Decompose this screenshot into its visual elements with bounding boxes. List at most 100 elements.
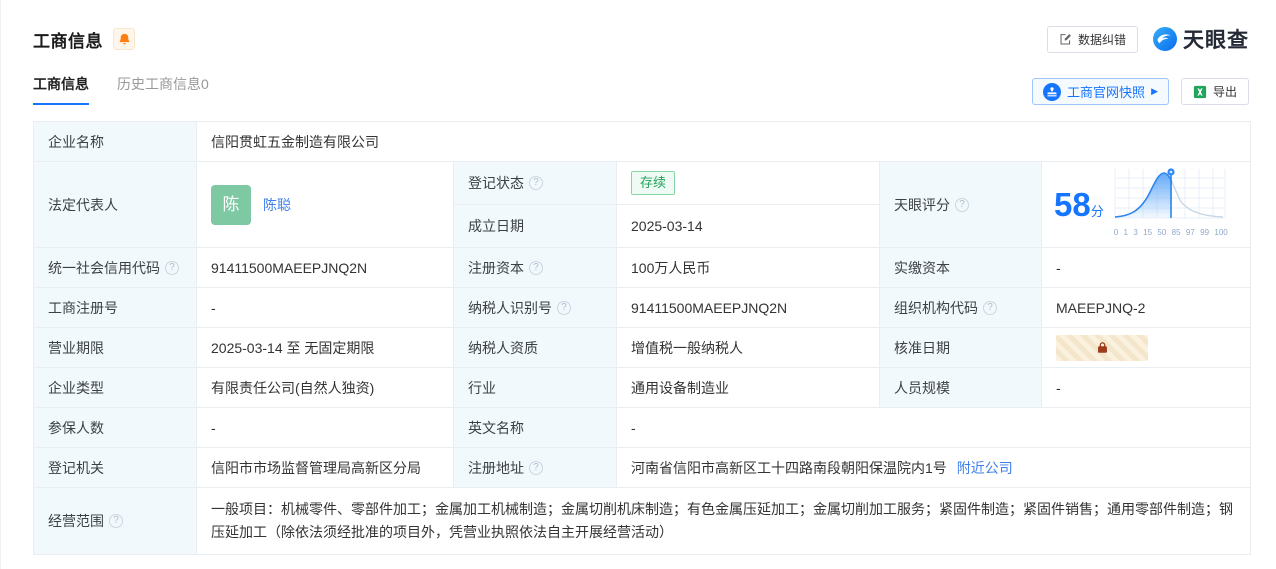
table-row: 统一社会信用代码 ? 91411500MAEEPJNQ2N 注册资本 ? 100… — [34, 248, 1250, 288]
score-chart-ticks: 0 1 3 15 50 85 97 99 100 — [1113, 228, 1228, 237]
help-icon[interactable]: ? — [529, 260, 543, 275]
page-title: 工商信息 — [33, 31, 103, 51]
help-icon[interactable]: ? — [557, 300, 571, 315]
table-row: 成立日期 2025-03-14 — [454, 205, 879, 247]
lock-icon — [1097, 342, 1107, 353]
status-date-subgrid: 登记状态 ? 存续 成立日期 2025-03-14 — [454, 162, 880, 247]
header-actions: 数据纠错 天眼查 — [1046, 24, 1249, 54]
reg-number-label: 工商注册号 — [34, 288, 197, 327]
score-unit: 分 — [1090, 203, 1104, 219]
approved-date-cell — [1042, 328, 1250, 367]
correction-icon — [1060, 33, 1071, 44]
credit-code-label: 统一社会信用代码 — [48, 259, 160, 276]
table-row: 企业名称 信阳贯虹五金制造有限公司 — [34, 122, 1250, 162]
industry-value: 通用设备制造业 — [617, 368, 880, 407]
reg-status-cell: 存续 — [617, 162, 880, 204]
table-row: 经营范围 ? 一般项目：机械零件、零部件加工；金属加工机械制造；金属切削机床制造… — [34, 488, 1250, 554]
score-chart: 0 1 3 15 50 85 97 99 100 — [1113, 166, 1229, 243]
official-snapshot-label: 工商官网快照 — [1067, 85, 1146, 100]
reg-status-label: 登记状态 — [468, 175, 524, 191]
score-cell[interactable]: 58分 0 1 3 15 50 85 97 99 100 — [1042, 162, 1250, 247]
taxpayer-quality-label: 纳税人资质 — [454, 328, 617, 367]
business-info-panel: 工商信息 数据纠错 天眼查 工商信息 历史工商信息0 工商官网快照 ▶ 导出 企… — [1, 0, 1276, 555]
business-scope-label-cell: 经营范围 ? — [34, 488, 197, 554]
taxpayer-id-value: 91411500MAEEPJNQ2N — [617, 288, 880, 327]
org-code-label-cell: 组织机构代码 ? — [880, 288, 1042, 327]
business-scope-label: 经营范围 — [48, 513, 104, 529]
org-code-label: 组织机构代码 — [894, 299, 978, 316]
est-date-label: 成立日期 — [454, 205, 617, 247]
reg-address-value: 河南省信阳市高新区工十四路南段朝阳保温院内1号 — [631, 459, 947, 476]
arrow-right-icon: ▶ — [1151, 86, 1158, 96]
reg-capital-label: 注册资本 — [468, 259, 524, 276]
industry-label: 行业 — [454, 368, 617, 407]
data-correction-button[interactable]: 数据纠错 — [1046, 25, 1138, 53]
english-name-label: 英文名称 — [454, 408, 617, 447]
taxpayer-id-label: 纳税人识别号 — [468, 299, 552, 316]
approved-date-label: 核准日期 — [880, 328, 1042, 367]
tabs: 工商信息 历史工商信息0 — [33, 74, 209, 105]
org-code-value: MAEEPJNQ-2 — [1056, 299, 1146, 316]
english-name-value: - — [631, 419, 636, 436]
score-distribution-chart — [1114, 168, 1226, 219]
staff-size-label: 人员规模 — [880, 368, 1042, 407]
table-row: 工商注册号 - 纳税人识别号 ? 91411500MAEEPJNQ2N 组织机构… — [34, 288, 1250, 328]
data-correction-label: 数据纠错 — [1077, 32, 1126, 47]
taxpayer-quality-value: 增值税一般纳税人 — [617, 328, 880, 367]
insured-count-label: 参保人数 — [34, 408, 197, 447]
export-label: 导出 — [1212, 85, 1237, 99]
export-button[interactable]: 导出 — [1180, 78, 1249, 105]
paid-capital-value: - — [1056, 259, 1061, 276]
company-type-label: 企业类型 — [34, 368, 197, 407]
business-scope-value: 一般项目：机械零件、零部件加工；金属加工机械制造；金属切削机床制造；有色金属压延… — [211, 501, 1233, 540]
brand-logo-icon — [1153, 27, 1177, 51]
score-value: 58 — [1054, 185, 1091, 223]
help-icon[interactable]: ? — [529, 176, 543, 190]
reg-status-label-cell: 登记状态 ? — [454, 162, 617, 204]
help-icon[interactable]: ? — [109, 514, 123, 528]
reg-address-cell: 河南省信阳市高新区工十四路南段朝阳保温院内1号 附近公司 — [617, 448, 1250, 487]
help-icon[interactable]: ? — [983, 300, 997, 315]
reg-address-label-cell: 注册地址 ? — [454, 448, 617, 487]
insured-count-value: - — [197, 408, 454, 447]
table-row: 登记状态 ? 存续 — [454, 162, 879, 205]
official-snapshot-button[interactable]: 工商官网快照 ▶ — [1032, 78, 1169, 105]
panel-header: 工商信息 数据纠错 天眼查 — [33, 24, 1249, 54]
notification-bell-badge[interactable] — [113, 28, 135, 50]
tab-bar: 工商信息 历史工商信息0 工商官网快照 ▶ 导出 — [33, 74, 1249, 105]
tab-history-business-info[interactable]: 历史工商信息0 — [117, 74, 209, 105]
reg-address-label: 注册地址 — [468, 459, 524, 476]
reg-number-value: - — [197, 288, 454, 327]
company-name-value: 信阳贯虹五金制造有限公司 — [211, 133, 379, 150]
score-label-cell: 天眼评分 ? — [880, 162, 1042, 247]
reg-authority-label: 登记机关 — [34, 448, 197, 487]
est-date-value: 2025-03-14 — [631, 218, 703, 234]
brand-name: 天眼查 — [1183, 29, 1249, 52]
staff-size-value: - — [1056, 379, 1061, 396]
credit-code-label-cell: 统一社会信用代码 ? — [34, 248, 197, 287]
help-icon[interactable]: ? — [955, 197, 969, 212]
business-term-value: 2025-03-14 至 无固定期限 — [197, 328, 454, 367]
help-icon[interactable]: ? — [529, 460, 543, 475]
legal-rep-link[interactable]: 陈聪 — [263, 195, 291, 215]
table-row: 企业类型 有限责任公司(自然人独资) 行业 通用设备制造业 人员规模 - — [34, 368, 1250, 408]
tab-business-info[interactable]: 工商信息 — [33, 74, 89, 105]
stamp-icon — [1043, 82, 1062, 101]
brand-logo[interactable]: 天眼查 — [1152, 24, 1249, 54]
status-badge: 存续 — [631, 171, 676, 195]
company-name-label: 企业名称 — [34, 122, 197, 161]
nearby-companies-link[interactable]: 附近公司 — [957, 458, 1013, 478]
reg-authority-value: 信阳市市场监督管理局高新区分局 — [197, 448, 454, 487]
credit-code-value: 91411500MAEEPJNQ2N — [197, 248, 454, 287]
paid-capital-label: 实缴资本 — [880, 248, 1042, 287]
business-term-label: 营业期限 — [34, 328, 197, 367]
locked-value[interactable] — [1056, 334, 1148, 361]
table-row: 参保人数 - 英文名称 - — [34, 408, 1250, 448]
avatar[interactable]: 陈 — [211, 184, 251, 225]
table-row: 营业期限 2025-03-14 至 无固定期限 纳税人资质 增值税一般纳税人 核… — [34, 328, 1250, 368]
reg-capital-value: 100万人民币 — [617, 248, 880, 287]
excel-icon — [1193, 85, 1207, 98]
help-icon[interactable]: ? — [165, 260, 179, 275]
taxpayer-id-label-cell: 纳税人识别号 ? — [454, 288, 617, 327]
legal-rep-label: 法定代表人 — [34, 162, 197, 247]
